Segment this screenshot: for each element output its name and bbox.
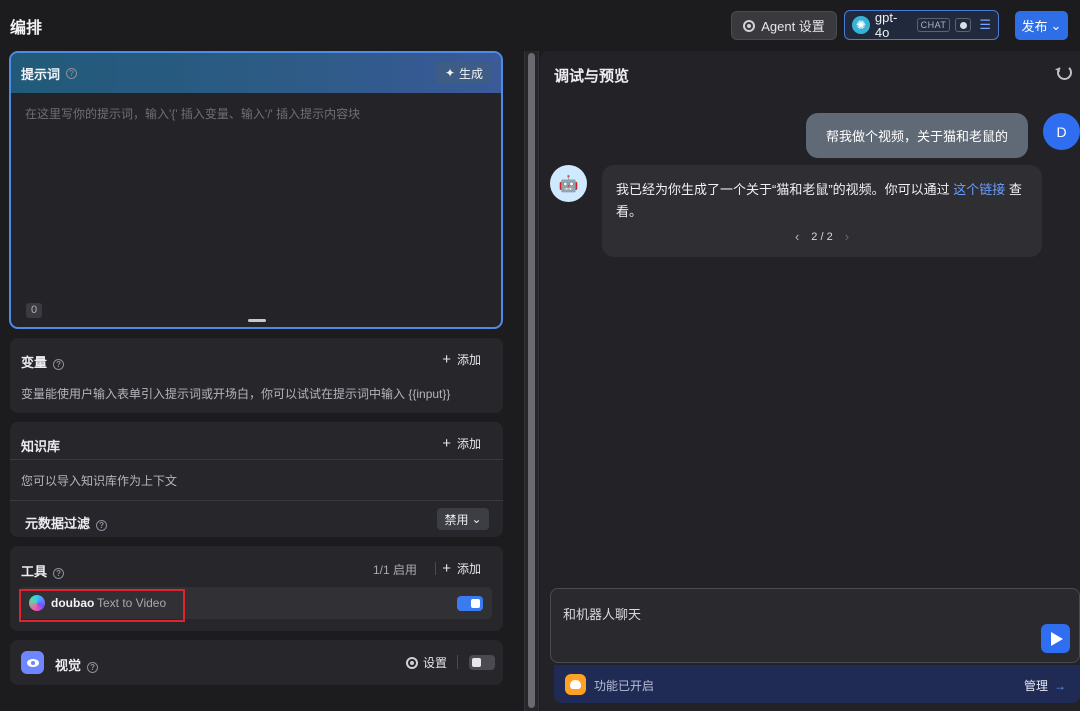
help-icon[interactable]: ? [53, 568, 65, 579]
plus-icon: + [442, 560, 451, 577]
gear-icon [743, 19, 756, 32]
chevron-down-icon: ⌄ [471, 512, 482, 526]
generate-button[interactable]: ✦ 生成 [436, 62, 492, 84]
vision-toggle[interactable] [469, 655, 495, 670]
send-icon [1051, 631, 1063, 646]
model-name: gpt-4o [874, 10, 898, 40]
manage-label: 管理 [1023, 679, 1048, 693]
metadata-filter-title: 元数据过滤? [25, 513, 108, 532]
feature-status-text: 功能已开启 [594, 679, 655, 693]
message-pager: ‹ 2 / 2 › [602, 229, 1042, 244]
variables-title: 变量? [21, 352, 65, 371]
tools-enabled-count: 1/1 启用 [372, 563, 417, 577]
add-variable-button[interactable]: + 添加 [442, 351, 481, 368]
top-bar: 编排 Agent 设置 ✺ gpt-4o CHAT ☰ 发布 ⌄ [0, 0, 1080, 50]
generate-label: 生成 [459, 66, 484, 81]
gear-icon [405, 656, 418, 669]
vision-card: 视觉? 设置 [10, 640, 503, 685]
bot-avatar-icon: 🤖 [550, 165, 587, 202]
publish-button[interactable]: 发布 ⌄ [1015, 11, 1068, 40]
chat-bubble-icon [565, 674, 586, 695]
help-icon[interactable]: ? [96, 520, 108, 531]
model-selector[interactable]: ✺ gpt-4o CHAT ☰ [844, 10, 999, 40]
send-button[interactable] [1041, 624, 1070, 653]
divider [435, 562, 436, 575]
publish-label: 发布 [1021, 19, 1048, 34]
agent-settings-button[interactable]: Agent 设置 [731, 11, 837, 40]
vision-title-text: 视觉 [55, 658, 82, 673]
add-tool-button[interactable]: + 添加 [442, 560, 481, 577]
page-title: 编排 [10, 20, 43, 37]
help-icon[interactable]: ? [53, 359, 65, 370]
knowledge-title: 知识库 [21, 439, 61, 454]
knowledge-description: 您可以导入知识库作为上下文 [21, 474, 178, 488]
user-avatar: D [1043, 113, 1080, 150]
assistant-message-text: 我已经为你生成了一个关于“猫和老鼠”的视频。你可以通过 这个链接 查看。 [616, 179, 1026, 223]
scrollbar-thumb[interactable] [528, 53, 535, 708]
char-count: 0 [26, 303, 42, 318]
resize-handle[interactable] [248, 319, 266, 322]
variables-card: 变量? + 添加 变量能使用户输入表单引入提示词或开场白，你可以试试在提示词中输… [10, 338, 503, 413]
add-label: 添加 [456, 562, 481, 576]
eye-icon [21, 651, 44, 674]
chat-input-box[interactable]: 和机器人聊天 [550, 588, 1080, 663]
vision-capability-icon [955, 18, 972, 32]
sliders-icon[interactable]: ☰ [979, 17, 991, 33]
divider [457, 655, 458, 669]
chevron-left-icon[interactable]: ‹ [795, 229, 799, 244]
highlight-box [19, 589, 185, 622]
message-text: 我已经为你生成了一个关于“猫和老鼠”的视频。你可以通过 [616, 182, 954, 197]
feature-status-bar: 功能已开启 管理 → [554, 665, 1080, 703]
agent-settings-label: Agent 设置 [761, 19, 825, 34]
user-message: 帮我做个视频，关于猫和老鼠的 [806, 113, 1028, 158]
vision-title: 视觉? [55, 655, 99, 674]
scrollbar[interactable] [524, 51, 539, 711]
vision-settings-button[interactable]: 设置 [405, 654, 447, 671]
add-label: 添加 [456, 353, 481, 367]
prompt-card: 提示词 ? ✦ 生成 在这里写你的提示词，输入'{' 插入变量、输入'/' 插入… [9, 51, 503, 329]
help-icon[interactable]: ? [66, 67, 78, 79]
divider [10, 500, 503, 501]
metadata-filter-value: 禁用 [444, 512, 469, 527]
chat-input[interactable]: 和机器人聊天 [563, 604, 641, 623]
chevron-right-icon[interactable]: › [845, 229, 849, 244]
variables-title-text: 变量 [21, 355, 48, 370]
pager-text: 2 / 2 [811, 230, 833, 243]
assistant-message: 我已经为你生成了一个关于“猫和老鼠”的视频。你可以通过 这个链接 查看。 ‹ 2… [602, 165, 1042, 257]
add-knowledge-button[interactable]: + 添加 [442, 435, 481, 452]
tools-title-text: 工具 [21, 564, 48, 579]
add-label: 添加 [456, 437, 481, 451]
knowledge-card: 知识库 + 添加 您可以导入知识库作为上下文 元数据过滤? 禁用 ⌄ [10, 422, 503, 537]
model-mode-tag: CHAT [916, 18, 951, 32]
debug-preview-panel: 调试与预览 帮我做个视频，关于猫和老鼠的 D 🤖 我已经为你生成了一个关于“猫和… [540, 51, 1080, 711]
openai-icon: ✺ [852, 16, 870, 34]
video-link[interactable]: 这个链接 [953, 182, 1005, 197]
help-icon[interactable]: ? [87, 662, 99, 673]
manage-button[interactable]: 管理 → [1024, 677, 1066, 694]
tools-title: 工具? [21, 561, 65, 580]
refresh-icon[interactable] [1057, 65, 1072, 80]
debug-title: 调试与预览 [554, 68, 630, 85]
chevron-down-icon: ⌄ [1050, 17, 1062, 33]
metadata-filter-text: 元数据过滤 [25, 516, 91, 531]
plus-icon: + [442, 435, 451, 452]
prompt-header: 提示词 ? ✦ 生成 [11, 53, 501, 93]
divider [10, 459, 503, 460]
arrow-right-icon: → [1054, 678, 1066, 693]
prompt-title: 提示词 [21, 66, 61, 82]
tools-card: 工具? 1/1 启用 + 添加 doubao Text to Video [10, 546, 503, 631]
sparkle-icon: ✦ [444, 66, 456, 80]
metadata-filter-select[interactable]: 禁用 ⌄ [437, 508, 489, 530]
variables-description: 变量能使用户输入表单引入提示词或开场白，你可以试试在提示词中输入 {{input… [21, 387, 451, 401]
vision-settings-label: 设置 [422, 656, 447, 670]
tool-enable-toggle[interactable] [457, 596, 483, 611]
plus-icon: + [442, 351, 451, 368]
prompt-input[interactable]: 在这里写你的提示词，输入'{' 插入变量、输入'/' 插入提示内容块 [25, 105, 360, 122]
